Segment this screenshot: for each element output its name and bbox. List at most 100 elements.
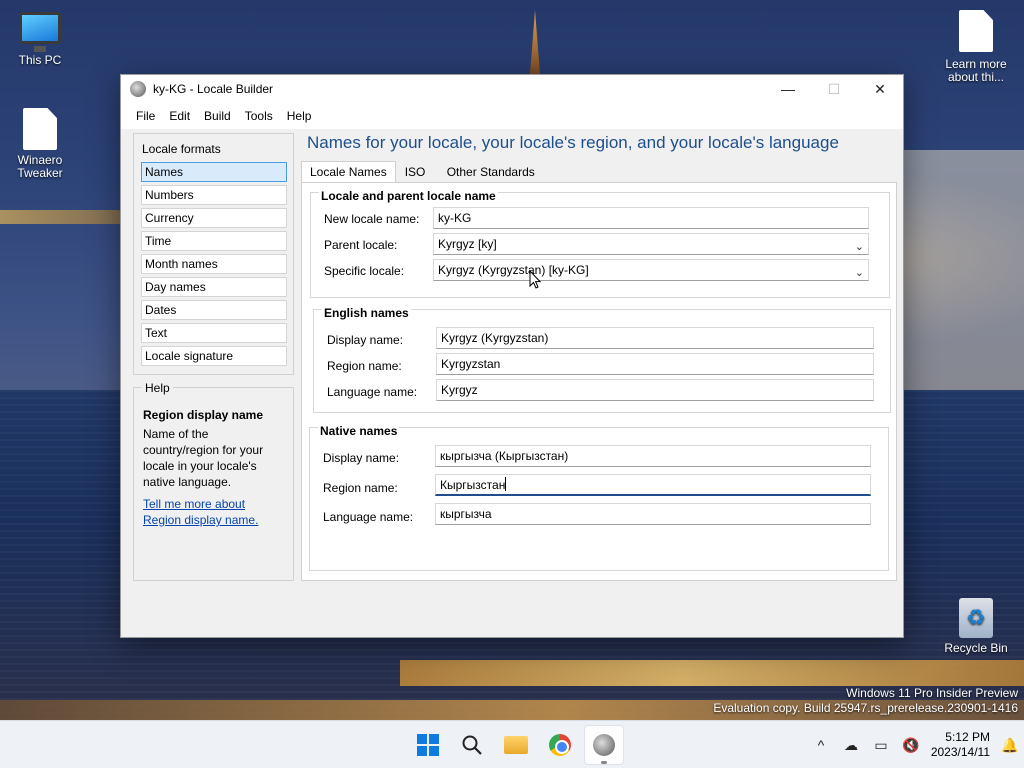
help-body: Name of the country/region for your loca… [143, 427, 264, 489]
desktop-icon-winaero-tweaker[interactable]: Winaero Tweaker [0, 108, 80, 180]
wallpaper-bridge-left [0, 210, 130, 224]
native-names-group: Native names Display name: кыргызча (Кыр… [309, 424, 889, 571]
specific-locale-label: Specific locale: [324, 264, 405, 278]
specific-locale-combo[interactable]: Kyrgyz (Kyrgyzstan) [ky-KG] ⌄ [433, 259, 869, 281]
window-controls: — ☐ ✕ [765, 75, 903, 103]
network-icon[interactable]: ▭ [866, 737, 896, 754]
english-region-field[interactable]: Kyrgyzstan [436, 353, 874, 375]
new-locale-field[interactable]: ky-KG [433, 207, 869, 229]
native-region-value: Кыргызстан [440, 478, 506, 492]
native-language-field[interactable]: кыргызча [435, 503, 871, 525]
locale-builder-window: ky-KG - Locale Builder — ☐ ✕ File Edit B… [120, 74, 904, 638]
recycle-bin-icon: ♻ [959, 598, 993, 638]
format-item-text[interactable]: Text [141, 323, 287, 343]
locale-formats-list: Names Numbers Currency Time Month names … [141, 162, 287, 369]
desktop-icon-label: This PC [18, 53, 62, 67]
search-icon [462, 735, 482, 755]
tab-iso[interactable]: ISO [396, 161, 438, 183]
wallpaper-bridge-lights [400, 660, 1024, 686]
title-bar[interactable]: ky-KG - Locale Builder — ☐ ✕ [121, 75, 903, 103]
document-icon [23, 108, 57, 150]
format-item-dates[interactable]: Dates [141, 300, 287, 320]
format-item-numbers[interactable]: Numbers [141, 185, 287, 205]
chevron-down-icon[interactable]: ⌄ [855, 237, 864, 257]
start-icon [417, 734, 439, 756]
help-content: Region display name Name of the country/… [135, 404, 292, 578]
windows-watermark: Windows 11 Pro Insider Preview Evaluatio… [713, 686, 1018, 716]
parent-locale-combo[interactable]: Kyrgyz [ky] ⌄ [433, 233, 869, 255]
english-language-label: Language name: [327, 385, 418, 399]
text-caret [505, 477, 507, 491]
watermark-line1: Windows 11 Pro Insider Preview [846, 686, 1018, 700]
document-icon [959, 10, 993, 52]
native-display-field[interactable]: кыргызча (Кыргызстан) [435, 445, 871, 467]
native-display-label: Display name: [323, 451, 400, 465]
menu-build[interactable]: Build [197, 109, 238, 123]
chevron-up-icon[interactable]: ^ [806, 737, 836, 753]
cloud-off-icon[interactable]: ☁ [836, 737, 866, 754]
native-region-field[interactable]: Кыргызстан [435, 474, 871, 496]
format-item-currency[interactable]: Currency [141, 208, 287, 228]
locale-builder-icon [130, 81, 146, 97]
english-display-label: Display name: [327, 333, 404, 347]
desktop-icon-recycle-bin[interactable]: ♻ Recycle Bin [936, 598, 1016, 655]
wallpaper-building [904, 150, 1024, 390]
locale-builder-icon [593, 734, 615, 756]
monitor-icon [19, 12, 61, 52]
format-item-time[interactable]: Time [141, 231, 287, 251]
new-locale-label: New locale name: [324, 212, 420, 226]
format-item-month-names[interactable]: Month names [141, 254, 287, 274]
locale-formats-panel: Locale formats Names Numbers Currency Ti… [133, 133, 294, 375]
desktop-icon-label: Winaero Tweaker [17, 153, 63, 180]
parent-locale-value: Kyrgyz [ky] [438, 237, 497, 251]
close-button[interactable]: ✕ [857, 75, 903, 103]
search-button[interactable] [452, 725, 492, 765]
chrome-icon [549, 734, 571, 756]
client-area: Locale formats Names Numbers Currency Ti… [121, 129, 903, 637]
desktop-icon-learn-more[interactable]: Learn more about thi... [936, 10, 1016, 84]
format-item-day-names[interactable]: Day names [141, 277, 287, 297]
english-display-field[interactable]: Kyrgyz (Kyrgyzstan) [436, 327, 874, 349]
help-caption: Help [142, 381, 173, 395]
english-names-legend: English names [322, 306, 411, 320]
format-item-locale-signature[interactable]: Locale signature [141, 346, 287, 366]
locale-formats-caption: Locale formats [142, 142, 221, 156]
taskbar-apps [408, 725, 624, 765]
tab-strip: Locale Names ISO Other Standards [301, 161, 544, 183]
notification-bell-icon[interactable]: 🔔 [996, 737, 1024, 754]
file-explorer-button[interactable] [496, 725, 536, 765]
locale-builder-taskbar-button[interactable] [584, 725, 624, 765]
minimize-button[interactable]: — [765, 75, 811, 103]
format-item-names[interactable]: Names [141, 162, 287, 182]
chrome-button[interactable] [540, 725, 580, 765]
chevron-down-icon[interactable]: ⌄ [855, 263, 864, 283]
parent-locale-label: Parent locale: [324, 238, 398, 252]
english-region-label: Region name: [327, 359, 402, 373]
english-language-field[interactable]: Kyrgyz [436, 379, 874, 401]
watermark-line2: Evaluation copy. Build 25947.rs_prerelea… [713, 701, 1018, 715]
clock-time: 5:12 PM [945, 730, 990, 744]
clock[interactable]: 5:12 PM 2023/14/11 [926, 730, 996, 760]
locale-group: Locale and parent locale name New locale… [310, 189, 890, 298]
tab-other-standards[interactable]: Other Standards [438, 161, 544, 183]
start-button[interactable] [408, 725, 448, 765]
file-explorer-icon [504, 736, 528, 754]
window-title: ky-KG - Locale Builder [153, 82, 274, 96]
menu-file[interactable]: File [129, 109, 162, 123]
native-region-label: Region name: [323, 481, 398, 495]
menu-edit[interactable]: Edit [162, 109, 197, 123]
desktop-icon-this-pc[interactable]: This PC [0, 12, 80, 67]
help-title: Region display name [143, 408, 264, 422]
menu-help[interactable]: Help [280, 109, 319, 123]
wallpaper-spire [530, 10, 540, 74]
names-editor: Names for your locale, your locale's reg… [301, 129, 897, 581]
clock-date: 2023/14/11 [930, 745, 990, 759]
tab-locale-names[interactable]: Locale Names [301, 161, 396, 183]
system-tray: ^ ☁ ▭ 🔇 5:12 PM 2023/14/11 🔔 [806, 721, 1024, 768]
help-link[interactable]: Tell me more about Region display name. [143, 496, 284, 528]
menu-bar: File Edit Build Tools Help [121, 103, 903, 129]
volume-muted-icon[interactable]: 🔇 [896, 737, 926, 754]
menu-tools[interactable]: Tools [238, 109, 280, 123]
maximize-button[interactable]: ☐ [811, 75, 857, 103]
native-names-legend: Native names [318, 424, 400, 438]
